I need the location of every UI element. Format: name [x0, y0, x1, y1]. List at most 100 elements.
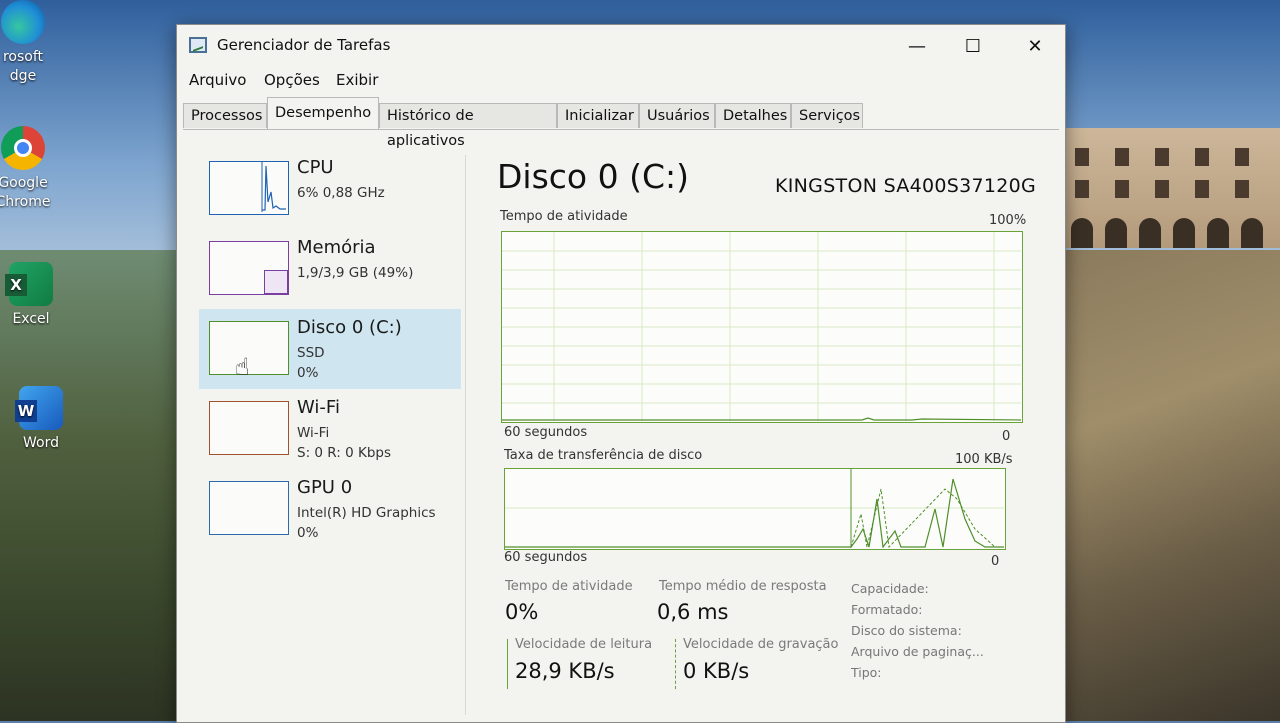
wallpaper-window	[1115, 180, 1129, 198]
wallpaper-window	[1235, 148, 1249, 166]
wallpaper-window	[1195, 148, 1209, 166]
detail-title: Disco 0 (C:)	[497, 157, 689, 196]
perf-item-subtitle: 6% 0,88 GHz	[297, 185, 385, 201]
disk-model: KINGSTON SA400S37120G	[775, 175, 1037, 197]
perf-item-title: Wi-Fi	[297, 397, 340, 418]
cpu-thumbnail-svg	[261, 162, 286, 212]
wallpaper-arch	[1241, 218, 1263, 248]
graph1-time-span: 60 segundos	[504, 425, 588, 440]
transfer-rate-graph	[504, 468, 1006, 550]
perf-item-wifi[interactable]: Wi-Fi Wi-Fi S: 0 R: 0 Kbps	[199, 389, 461, 469]
read-speed-indicator-line	[507, 639, 508, 689]
menu-opcoes[interactable]: Opções	[264, 71, 320, 89]
minimize-button[interactable]: —	[895, 33, 939, 61]
write-speed-stat-value: 0 KB/s	[683, 659, 750, 683]
desktop-icon-excel[interactable]: X Excel	[0, 262, 66, 329]
desktop-icon-label: Chrome	[0, 194, 51, 210]
perf-item-title: CPU	[297, 157, 334, 178]
edge-icon	[1, 0, 45, 44]
desktop-icon-label: Word	[23, 435, 59, 451]
perf-item-usage: 0%	[297, 365, 319, 381]
graph2-min: 0	[991, 554, 1000, 569]
response-time-stat-label: Tempo médio de resposta	[659, 579, 827, 594]
info-formatted-label: Formatado:	[851, 602, 923, 617]
hand-cursor-icon: ☝	[235, 353, 250, 381]
wallpaper-window	[1155, 148, 1169, 166]
wallpaper-window	[1075, 180, 1089, 198]
tab-inicializar[interactable]: Inicializar	[557, 103, 639, 128]
title-bar[interactable]: Gerenciador de Tarefas — ☐ ✕	[177, 25, 1065, 67]
graph1-max: 100%	[989, 213, 1027, 228]
desktop-icon-chrome[interactable]: Google Chrome	[0, 126, 58, 212]
read-speed-stat-value: 28,9 KB/s	[515, 659, 615, 683]
active-time-graph-svg	[502, 232, 1021, 421]
wallpaper-window	[1155, 180, 1169, 198]
window-title: Gerenciador de Tarefas	[217, 36, 391, 54]
word-icon: W	[15, 386, 63, 430]
graph2-label: Taxa de transferência de disco	[504, 448, 703, 463]
info-capacity-label: Capacidade:	[851, 581, 929, 596]
active-time-stat-value: 0%	[505, 600, 539, 624]
panel-divider	[465, 155, 466, 715]
perf-item-disco-0[interactable]: ☝ Disco 0 (C:) SSD 0%	[199, 309, 461, 389]
response-time-stat-value: 0,6 ms	[657, 600, 729, 624]
tab-detalhes[interactable]: Detalhes	[715, 103, 791, 128]
menu-bar: Arquivo Opções Exibir	[177, 67, 1065, 95]
wallpaper-window	[1115, 148, 1129, 166]
tab-bar: Processos Desempenho Histórico de aplica…	[183, 97, 1059, 149]
perf-item-throughput: S: 0 R: 0 Kbps	[297, 445, 391, 461]
maximize-button[interactable]: ☐	[951, 33, 995, 61]
excel-icon: X	[5, 262, 53, 306]
wallpaper-window	[1235, 180, 1249, 198]
perf-item-subtitle: SSD	[297, 345, 325, 361]
wallpaper-arch	[1105, 218, 1127, 248]
tab-historico-de-aplicativos[interactable]: Histórico de aplicativos	[379, 103, 557, 149]
info-type-label: Tipo:	[851, 665, 882, 680]
write-speed-indicator-line	[675, 639, 676, 689]
graph2-max: 100 KB/s	[955, 452, 1013, 467]
perf-item-subtitle: 1,9/3,9 GB (49%)	[297, 265, 414, 281]
desktop-icon-label: Excel	[12, 311, 50, 327]
menu-exibir[interactable]: Exibir	[336, 71, 378, 89]
wallpaper-window	[1195, 180, 1209, 198]
cpu-thumbnail-graph	[209, 161, 289, 215]
graph1-label: Tempo de atividade	[500, 209, 628, 224]
active-time-stat-label: Tempo de atividade	[505, 579, 633, 594]
transfer-rate-graph-svg	[505, 469, 1004, 548]
tab-servicos[interactable]: Serviços	[791, 103, 863, 128]
desktop-icon-edge[interactable]: rosoft dge	[0, 0, 58, 86]
graph1-min: 0	[1002, 429, 1011, 444]
desktop-icon-word[interactable]: W Word	[6, 386, 76, 453]
perf-item-title: Disco 0 (C:)	[297, 317, 402, 338]
wallpaper-arch	[1207, 218, 1229, 248]
tab-usuarios[interactable]: Usuários	[639, 103, 715, 128]
tab-desempenho[interactable]: Desempenho	[267, 97, 379, 129]
wallpaper-window	[1075, 148, 1089, 166]
perf-item-memoria[interactable]: Memória 1,9/3,9 GB (49%)	[199, 229, 461, 309]
menu-arquivo[interactable]: Arquivo	[189, 71, 246, 89]
close-button[interactable]: ✕	[1013, 33, 1057, 61]
perf-item-title: Memória	[297, 237, 376, 258]
wallpaper-arch	[1139, 218, 1161, 248]
desktop-icon-label: Google	[0, 175, 48, 191]
perf-item-subtitle: Intel(R) HD Graphics	[297, 505, 436, 521]
perf-item-cpu[interactable]: CPU 6% 0,88 GHz	[199, 149, 461, 229]
perf-item-title: GPU 0	[297, 477, 353, 498]
active-time-graph	[501, 231, 1023, 423]
chrome-icon	[1, 126, 45, 170]
desktop-icon-label: rosoft	[2, 49, 44, 65]
memory-thumbnail-graph	[209, 241, 289, 295]
tab-processos[interactable]: Processos	[183, 103, 267, 128]
info-system-disk-label: Disco do sistema:	[851, 623, 962, 638]
gpu-thumbnail-graph	[209, 481, 289, 535]
desktop-wallpaper-building	[1055, 128, 1280, 248]
perf-item-gpu-0[interactable]: GPU 0 Intel(R) HD Graphics 0%	[199, 469, 461, 549]
desktop-icon-label: dge	[9, 68, 37, 84]
info-paging-file-label: Arquivo de paginaç...	[851, 644, 984, 659]
read-speed-stat-label: Velocidade de leitura	[515, 637, 653, 652]
perf-item-usage: 0%	[297, 525, 319, 541]
wallpaper-arch	[1173, 218, 1195, 248]
wallpaper-arch	[1071, 218, 1093, 248]
task-manager-icon	[189, 37, 207, 53]
desktop-wallpaper-cliff	[1040, 250, 1280, 721]
